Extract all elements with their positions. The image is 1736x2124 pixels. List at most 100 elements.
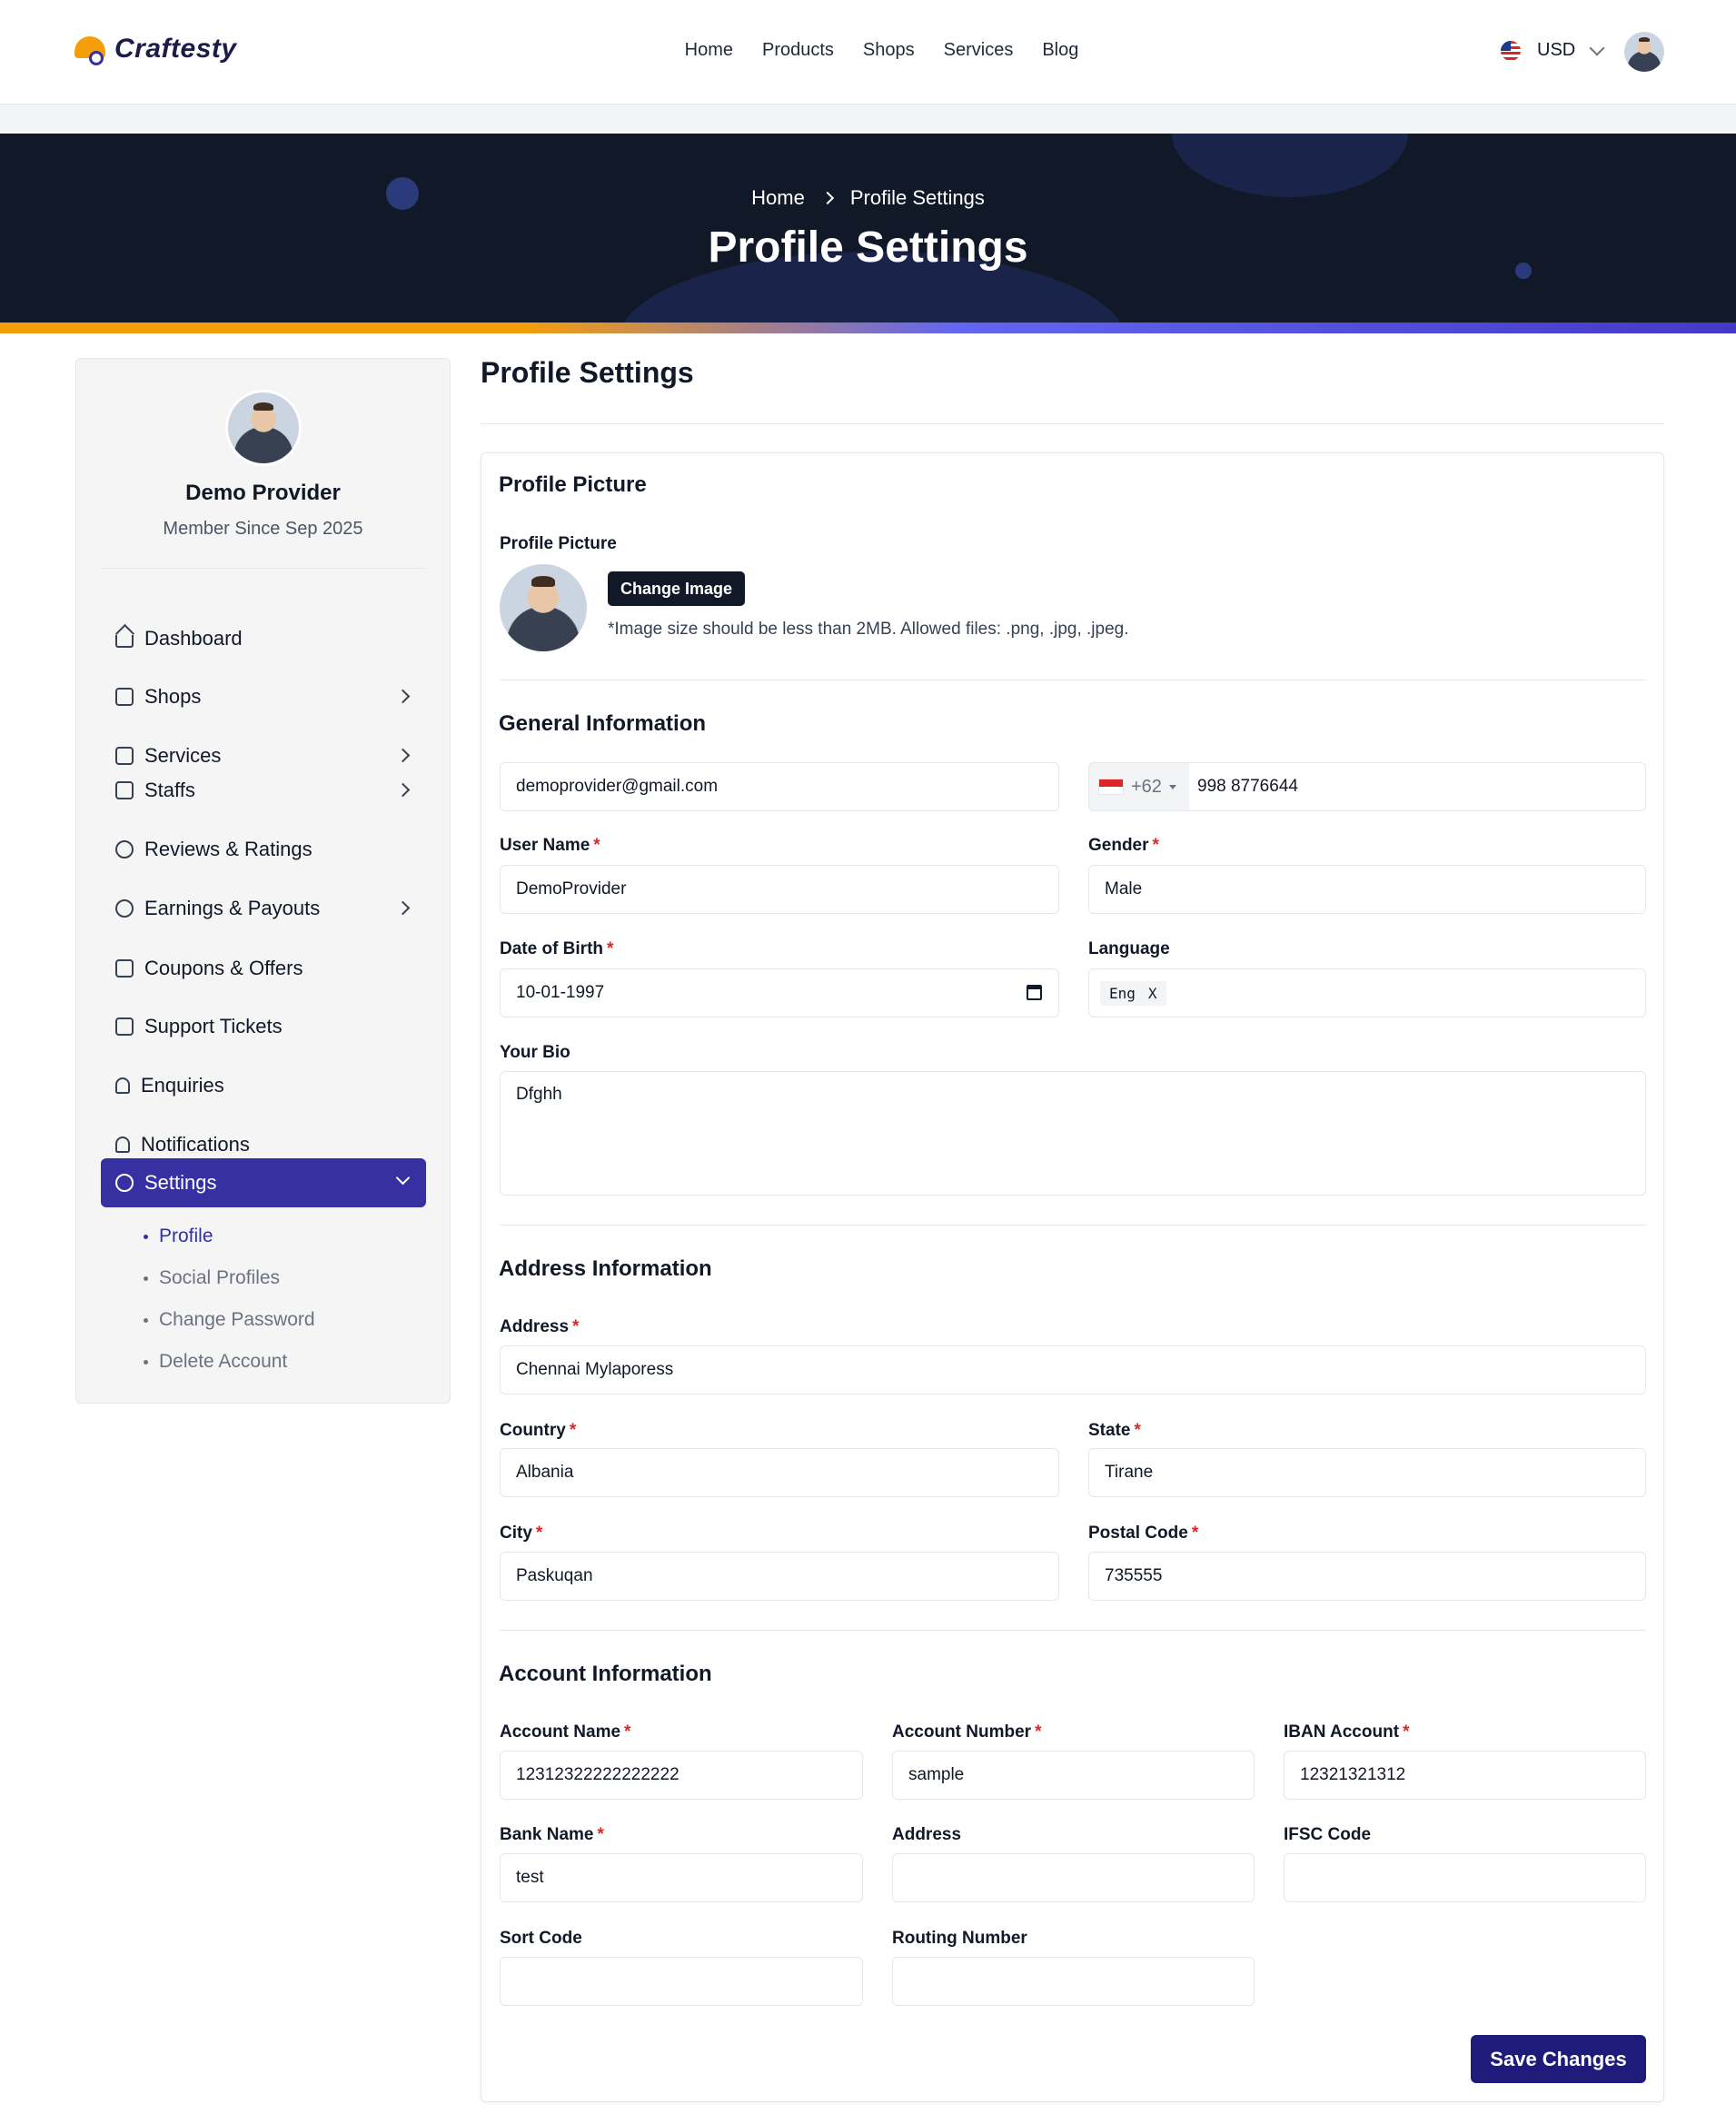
settings-sub-social-profiles[interactable]: Social Profiles <box>144 1267 280 1289</box>
breadcrumb-current: Profile Settings <box>849 186 985 209</box>
sidebar-item-earnings[interactable]: Earnings & Payouts <box>101 885 426 932</box>
change-image-button[interactable]: Change Image <box>608 571 746 606</box>
star-icon <box>115 840 134 859</box>
postal-code-label: Postal Code * <box>1088 1524 1199 1543</box>
breadcrumb: Home Profile Settings <box>0 186 1736 210</box>
language-tag: Eng X <box>1100 980 1166 1006</box>
provider-name: Demo Provider <box>185 481 341 505</box>
gender-select[interactable]: Male <box>1088 865 1646 914</box>
settings-sub-profile[interactable]: Profile <box>144 1226 213 1247</box>
user-badge-icon <box>115 781 134 799</box>
city-label: City * <box>500 1524 543 1543</box>
language-multiselect[interactable]: Eng X <box>1088 968 1646 1017</box>
dob-label: Date of Birth * <box>500 939 614 958</box>
iban-field[interactable]: 12321321312 <box>1284 1751 1646 1800</box>
username-label: User Name * <box>500 836 600 855</box>
ticket-icon <box>115 959 134 978</box>
phone-country-selector[interactable]: +62 <box>1088 762 1189 811</box>
nav-shops[interactable]: Shops <box>863 40 915 61</box>
ifsc-field[interactable] <box>1284 1853 1646 1902</box>
sidebar-avatar <box>225 390 302 466</box>
banner-title: Profile Settings <box>708 223 1028 272</box>
account-name-field[interactable]: 12312322222222222 <box>500 1751 863 1800</box>
address-label: Address * <box>500 1317 580 1336</box>
account-number-field[interactable]: sample <box>892 1751 1255 1800</box>
routing-number-field[interactable] <box>892 1957 1255 2006</box>
sidebar-item-coupons[interactable]: Coupons & Offers <box>101 945 426 992</box>
currency-selector[interactable]: USD <box>1501 40 1605 61</box>
chevron-right-icon <box>820 191 834 205</box>
sidebar-item-enquiries[interactable]: Enquiries <box>101 1062 426 1109</box>
address-field[interactable]: Chennai Mylaporess <box>500 1345 1646 1394</box>
nav-services[interactable]: Services <box>944 40 1014 61</box>
chevron-right-icon <box>395 748 411 763</box>
calendar-icon[interactable] <box>1027 985 1042 1000</box>
chevron-down-icon <box>395 1170 411 1186</box>
nav-home[interactable]: Home <box>685 40 733 61</box>
chevron-right-icon <box>395 689 411 704</box>
bank-name-label: Bank Name * <box>500 1825 604 1844</box>
sort-code-field[interactable] <box>500 1957 863 2006</box>
settings-sub-change-password[interactable]: Change Password <box>144 1309 315 1331</box>
store-icon <box>115 688 134 706</box>
profile-picture-preview <box>500 564 587 651</box>
caret-down-icon <box>1168 784 1176 789</box>
postal-code-field[interactable]: 735555 <box>1088 1552 1646 1601</box>
us-flag-icon <box>1501 40 1521 61</box>
briefcase-icon <box>115 747 134 765</box>
profile-picture-label: Profile Picture <box>500 534 617 553</box>
chevron-right-icon <box>395 900 411 916</box>
sidebar-item-support-tickets[interactable]: Support Tickets <box>101 1003 426 1050</box>
city-select[interactable]: Paskuqan <box>500 1552 1059 1601</box>
gear-icon <box>115 1174 134 1192</box>
sidebar-item-shops[interactable]: Shops <box>101 673 426 720</box>
settings-sub-delete-account[interactable]: Delete Account <box>144 1351 287 1373</box>
user-avatar[interactable] <box>1624 32 1664 72</box>
state-select[interactable]: Tirane <box>1088 1448 1646 1497</box>
bank-name-field[interactable]: test <box>500 1853 863 1902</box>
sort-code-label: Sort Code <box>500 1929 582 1948</box>
currency-label: USD <box>1537 40 1576 60</box>
nav-products[interactable]: Products <box>762 40 834 61</box>
bank-address-field[interactable] <box>892 1853 1255 1902</box>
dob-field[interactable]: 10-01-1997 <box>500 968 1059 1017</box>
email-field[interactable]: demoprovider@gmail.com <box>500 762 1059 811</box>
dollar-icon <box>115 899 134 918</box>
sidebar-item-dashboard[interactable]: Dashboard <box>101 615 426 662</box>
member-since: Member Since Sep 2025 <box>163 519 363 539</box>
bell-icon <box>115 1136 130 1153</box>
chevron-right-icon <box>395 782 411 798</box>
sidebar-item-reviews[interactable]: Reviews & Ratings <box>101 826 426 873</box>
breadcrumb-home[interactable]: Home <box>751 186 805 210</box>
sidebar-item-settings[interactable]: Settings <box>101 1158 426 1207</box>
nav-blog[interactable]: Blog <box>1042 40 1078 61</box>
ticket-icon <box>115 1017 134 1036</box>
gender-label: Gender * <box>1088 836 1159 855</box>
country-select[interactable]: Albania <box>500 1448 1059 1497</box>
chevron-down-icon <box>1589 40 1605 55</box>
section-title-profile-picture: Profile Picture <box>499 472 647 497</box>
account-number-label: Account Number * <box>892 1722 1042 1742</box>
bio-label: Your Bio <box>500 1043 570 1062</box>
remove-tag-button[interactable]: X <box>1148 985 1157 1002</box>
iban-label: IBAN Account * <box>1284 1722 1410 1742</box>
section-title-general: General Information <box>499 711 707 736</box>
section-title-address: Address Information <box>499 1256 712 1281</box>
indonesia-flag-icon <box>1098 779 1124 795</box>
language-label: Language <box>1088 939 1170 958</box>
banner-gradient-bar <box>0 323 1736 333</box>
sidebar-item-staffs[interactable]: Staffs <box>101 767 426 814</box>
bank-address-label: Address <box>892 1825 962 1844</box>
save-changes-button[interactable]: Save Changes <box>1471 2035 1646 2083</box>
provider-sidebar: Demo Provider Member Since Sep 2025 Dash… <box>75 358 451 1404</box>
image-hint: *Image size should be less than 2MB. All… <box>608 620 1129 639</box>
home-icon <box>115 635 134 648</box>
routing-number-label: Routing Number <box>892 1929 1027 1948</box>
username-field[interactable]: DemoProvider <box>500 865 1059 914</box>
bell-icon <box>115 1077 130 1094</box>
phone-code: +62 <box>1131 776 1162 797</box>
bio-textarea[interactable]: Dfghh <box>500 1071 1646 1196</box>
main-nav: Home Products Shops Services Blog <box>0 40 1736 61</box>
country-label: Country * <box>500 1421 577 1440</box>
section-title-account: Account Information <box>499 1662 712 1686</box>
